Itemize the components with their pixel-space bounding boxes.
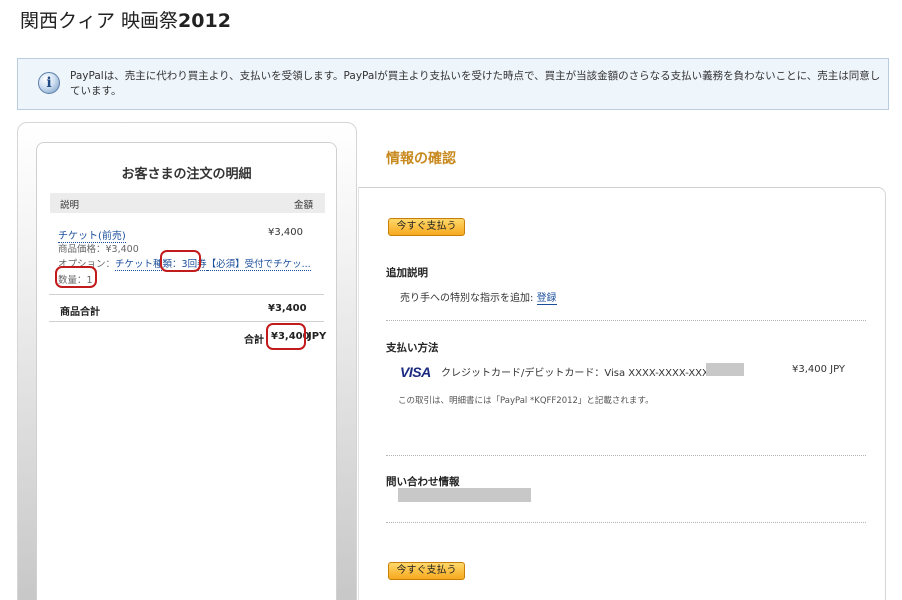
total-label: 合計 xyxy=(244,335,264,346)
pay-now-button-bottom[interactable]: 今すぐ支払う xyxy=(388,562,465,580)
subtotal-label: 商品合計 xyxy=(60,307,100,318)
option-required-note[interactable]: 【必須】受付でチケッ... xyxy=(206,259,311,271)
highlight-mark xyxy=(266,323,306,350)
payment-heading: 支払い方法 xyxy=(386,342,439,354)
section-divider xyxy=(386,455,866,456)
page-title: 関西クィア 映画祭2012 xyxy=(20,6,231,33)
additional-instructions-label: 売り手への特別な指示を追加: xyxy=(400,293,534,304)
total-currency: JPY xyxy=(308,331,327,342)
item-price: 商品価格：¥3,400 xyxy=(58,244,139,255)
info-text: PayPalは、売主に代わり買主より、支払いを受領します。PayPalが買主より… xyxy=(70,70,881,97)
add-instructions-link[interactable]: 登録 xyxy=(536,293,557,305)
additional-heading: 追加説明 xyxy=(386,267,428,279)
info-banner: i PayPalは、売主に代わり買主より、支払いを受領します。PayPalが買主… xyxy=(17,58,889,110)
subtotal-value: ¥3,400 xyxy=(268,303,307,314)
pay-now-button[interactable]: 今すぐ支払う xyxy=(388,218,465,236)
section-divider xyxy=(386,522,866,523)
card-brand: VISA xyxy=(400,364,431,380)
additional-text: 売り手への特別な指示を追加: 登録 xyxy=(400,289,557,305)
column-description: 説明 xyxy=(60,200,80,211)
cart-title: お客さまの注文の明細 xyxy=(121,167,252,182)
highlight-mark xyxy=(160,250,201,272)
visa-logo-icon: VISA xyxy=(400,364,431,380)
cart-divider xyxy=(49,294,324,295)
info-icon: i xyxy=(38,72,60,94)
item-amount: ¥3,400 xyxy=(268,227,303,238)
masked-contact-info xyxy=(398,488,531,502)
page-title-main: 関西クィア 映画祭 xyxy=(20,10,179,32)
cart-header-row: 説明 金額 xyxy=(50,193,325,213)
review-title: 情報の確認 xyxy=(386,151,456,167)
cart-divider xyxy=(49,321,324,322)
payment-amount: ¥3,400 JPY xyxy=(792,364,846,375)
column-amount: 金額 xyxy=(293,200,313,211)
page-title-year: 2012 xyxy=(178,10,231,32)
highlight-mark xyxy=(55,266,97,288)
cart-details: お客さまの注文の明細 説明 金額 xyxy=(36,142,337,600)
section-divider xyxy=(386,320,866,321)
masked-card-digits xyxy=(706,363,744,376)
statement-note: この取引は、明細書には「PayPal *KQFF2012」と記載されます。 xyxy=(398,396,654,406)
card-text: クレジットカード/デビットカード：Visa XXXX-XXXX-XXXX xyxy=(441,368,716,379)
contact-heading: 問い合わせ情報 xyxy=(386,476,460,488)
